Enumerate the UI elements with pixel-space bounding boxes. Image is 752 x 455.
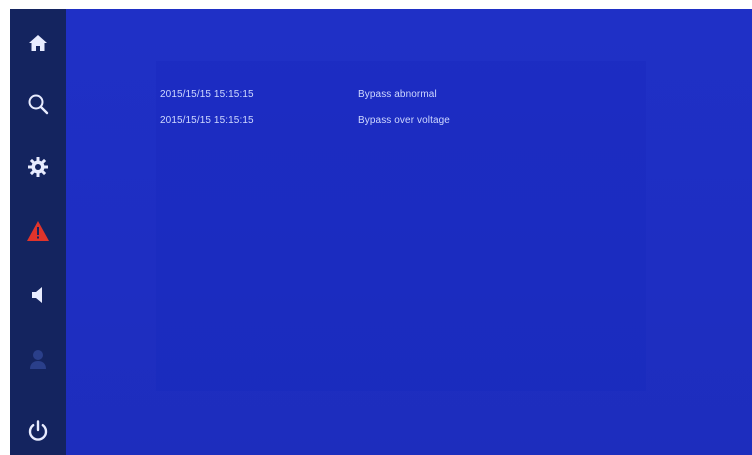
user-icon <box>30 350 46 369</box>
sidebar-item-settings[interactable] <box>10 147 66 187</box>
app-screen: 2015/15/15 15:15:15 Bypass abnormal 2015… <box>10 9 752 455</box>
alarm-row[interactable]: 2015/15/15 15:15:15 Bypass abnormal <box>160 89 720 115</box>
sidebar-item-power[interactable] <box>10 411 66 451</box>
power-icon <box>28 420 48 441</box>
alarm-description: Bypass abnormal <box>358 89 437 100</box>
sidebar-nav <box>10 9 66 455</box>
gear-icon <box>28 157 48 177</box>
alarm-history-panel: 2015/15/15 15:15:15 Bypass abnormal 2015… <box>66 9 752 455</box>
sidebar-item-alarms[interactable] <box>10 211 66 251</box>
alarm-timestamp: 2015/15/15 15:15:15 <box>160 89 254 100</box>
alarm-timestamp: 2015/15/15 15:15:15 <box>160 115 254 126</box>
home-icon <box>29 35 47 51</box>
sidebar-item-user[interactable] <box>10 339 66 379</box>
speaker-icon <box>32 287 42 303</box>
sidebar-item-sound[interactable] <box>10 275 66 315</box>
alarm-row[interactable]: 2015/15/15 15:15:15 Bypass over voltage <box>160 115 720 141</box>
sidebar-item-home[interactable] <box>10 23 66 63</box>
alarm-list: 2015/15/15 15:15:15 Bypass abnormal 2015… <box>160 89 720 141</box>
sidebar-item-search[interactable] <box>10 84 66 124</box>
warning-icon <box>27 221 49 241</box>
search-icon <box>28 94 49 115</box>
alarm-description: Bypass over voltage <box>358 115 450 126</box>
